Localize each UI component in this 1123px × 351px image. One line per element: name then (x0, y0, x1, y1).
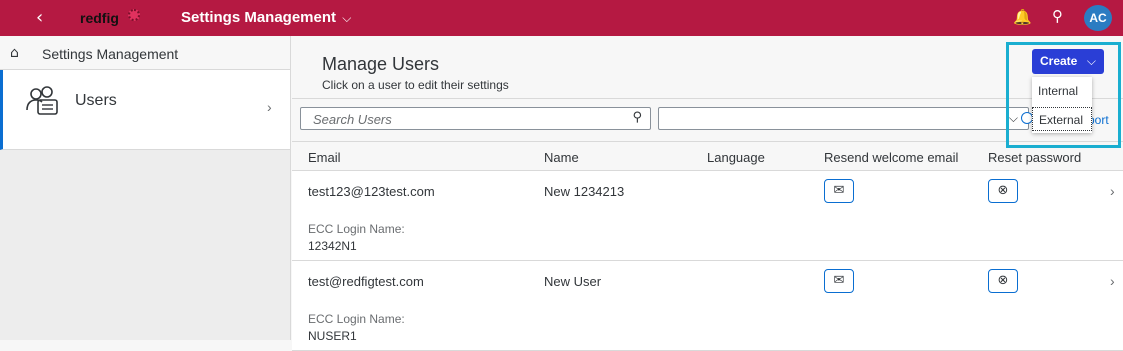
search-placeholder: Search Users (313, 112, 392, 127)
search-icon[interactable]: ⚲ (1052, 7, 1063, 25)
ecc-login-value: 12342N1 (308, 239, 357, 253)
chevron-down-icon: ⌵ (342, 11, 352, 25)
sidebar-header-label: Settings Management (42, 46, 179, 62)
column-header-name: Name (544, 150, 579, 165)
sidebar: ⌂ Settings Management Users › (0, 36, 291, 340)
column-header-reset-password: Reset password (988, 150, 1082, 165)
company-logo-text[interactable]: redfig (80, 10, 119, 26)
table-row[interactable]: test@redfigtest.com New User ✉ ⊗ › ECC L… (292, 261, 1123, 351)
user-avatar[interactable]: AC (1084, 5, 1112, 31)
home-icon: ⌂ (10, 45, 19, 61)
reset-password-button[interactable]: ⊗ (988, 269, 1018, 293)
reset-password-icon: ⊗ (997, 273, 1009, 288)
chevron-right-icon: › (267, 99, 272, 115)
ecc-login-label: ECC Login Name: (308, 222, 405, 236)
search-icon[interactable]: ⚲ (632, 110, 642, 125)
filter-select[interactable]: ⌵ (658, 107, 1029, 130)
row-navigation-icon[interactable]: › (1110, 183, 1115, 199)
page-subtitle: Click on a user to edit their settings (322, 78, 509, 92)
ecc-login-value: NUSER1 (308, 329, 357, 343)
name-cell: New User (544, 274, 602, 289)
highlight-box (1006, 42, 1121, 148)
name-cell: New 1234213 (544, 184, 625, 199)
sidebar-item-label: Users (75, 92, 117, 109)
page-title: Manage Users (322, 54, 440, 74)
table-header: Email Name Language Resend welcome email… (292, 141, 1123, 171)
email-cell: test123@123test.com (308, 184, 435, 199)
ecc-login-label: ECC Login Name: (308, 312, 405, 326)
users-icon (26, 86, 58, 115)
column-header-language: Language (707, 150, 765, 165)
reset-password-button[interactable]: ⊗ (988, 179, 1018, 203)
column-header-resend-welcome-email: Resend welcome email (824, 150, 959, 165)
column-header-email: Email (308, 150, 341, 165)
envelope-icon: ✉ (833, 183, 845, 198)
table-row[interactable]: test123@123test.com New 1234213 ✉ ⊗ › EC… (292, 171, 1123, 261)
envelope-icon: ✉ (833, 273, 845, 288)
shell-bar: ‹ redfig Settings Management ⌵ 🔔 ⚲ AC (0, 0, 1123, 36)
logo-mark-icon (128, 9, 140, 21)
reset-password-icon: ⊗ (997, 183, 1009, 198)
sidebar-item-users[interactable]: Users › (0, 70, 290, 150)
sidebar-header[interactable]: ⌂ Settings Management (0, 36, 290, 70)
back-icon[interactable]: ‹ (36, 8, 43, 28)
row-navigation-icon[interactable]: › (1110, 273, 1115, 289)
resend-welcome-email-button[interactable]: ✉ (824, 269, 854, 293)
notification-bell-icon[interactable]: 🔔 (1013, 8, 1032, 26)
app-title: Settings Management (181, 9, 337, 26)
search-users-input[interactable]: Search Users ⚲ (300, 107, 651, 130)
app-title-menu[interactable]: Settings Management ⌵ (181, 9, 351, 26)
divider (292, 98, 1123, 99)
main-content: Manage Users Click on a user to edit the… (292, 36, 1123, 351)
email-cell: test@redfigtest.com (308, 274, 424, 289)
resend-welcome-email-button[interactable]: ✉ (824, 179, 854, 203)
